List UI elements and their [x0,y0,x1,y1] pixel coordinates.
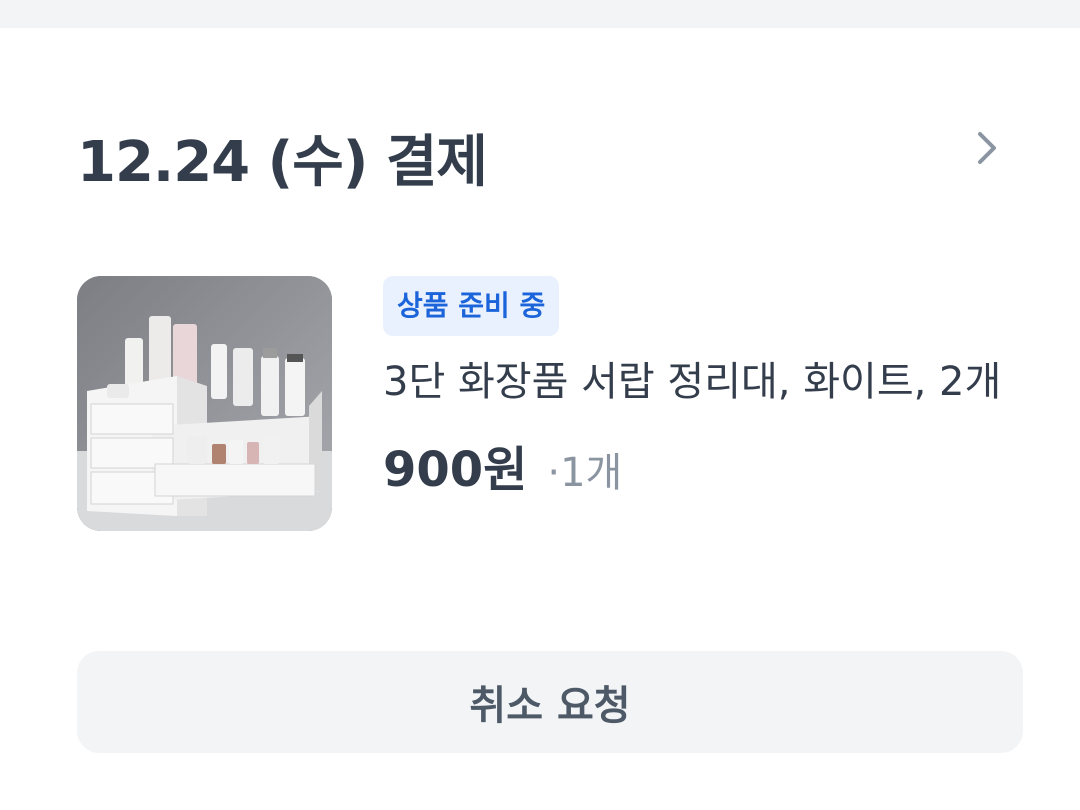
chevron-right-icon[interactable] [967,128,1007,168]
product-name[interactable]: 3단 화장품 서랍 정리대, 화이트, 2개 [383,348,1018,416]
product-info: 상품 준비 중 3단 화장품 서랍 정리대, 화이트, 2개 900원 ·1개 [383,276,1023,500]
status-badge: 상품 준비 중 [383,276,560,336]
product-price: 900원 [383,442,528,498]
order-header[interactable]: 12.24 (수) 결제 [77,112,1007,202]
product-image[interactable] [77,276,332,531]
product-quantity: ·1개 [547,450,623,496]
top-divider [0,0,1080,28]
order-date-title: 12.24 (수) 결제 [77,129,488,195]
price-row: 900원 ·1개 [383,430,1023,500]
cancel-request-button[interactable]: 취소 요청 [77,651,1023,753]
